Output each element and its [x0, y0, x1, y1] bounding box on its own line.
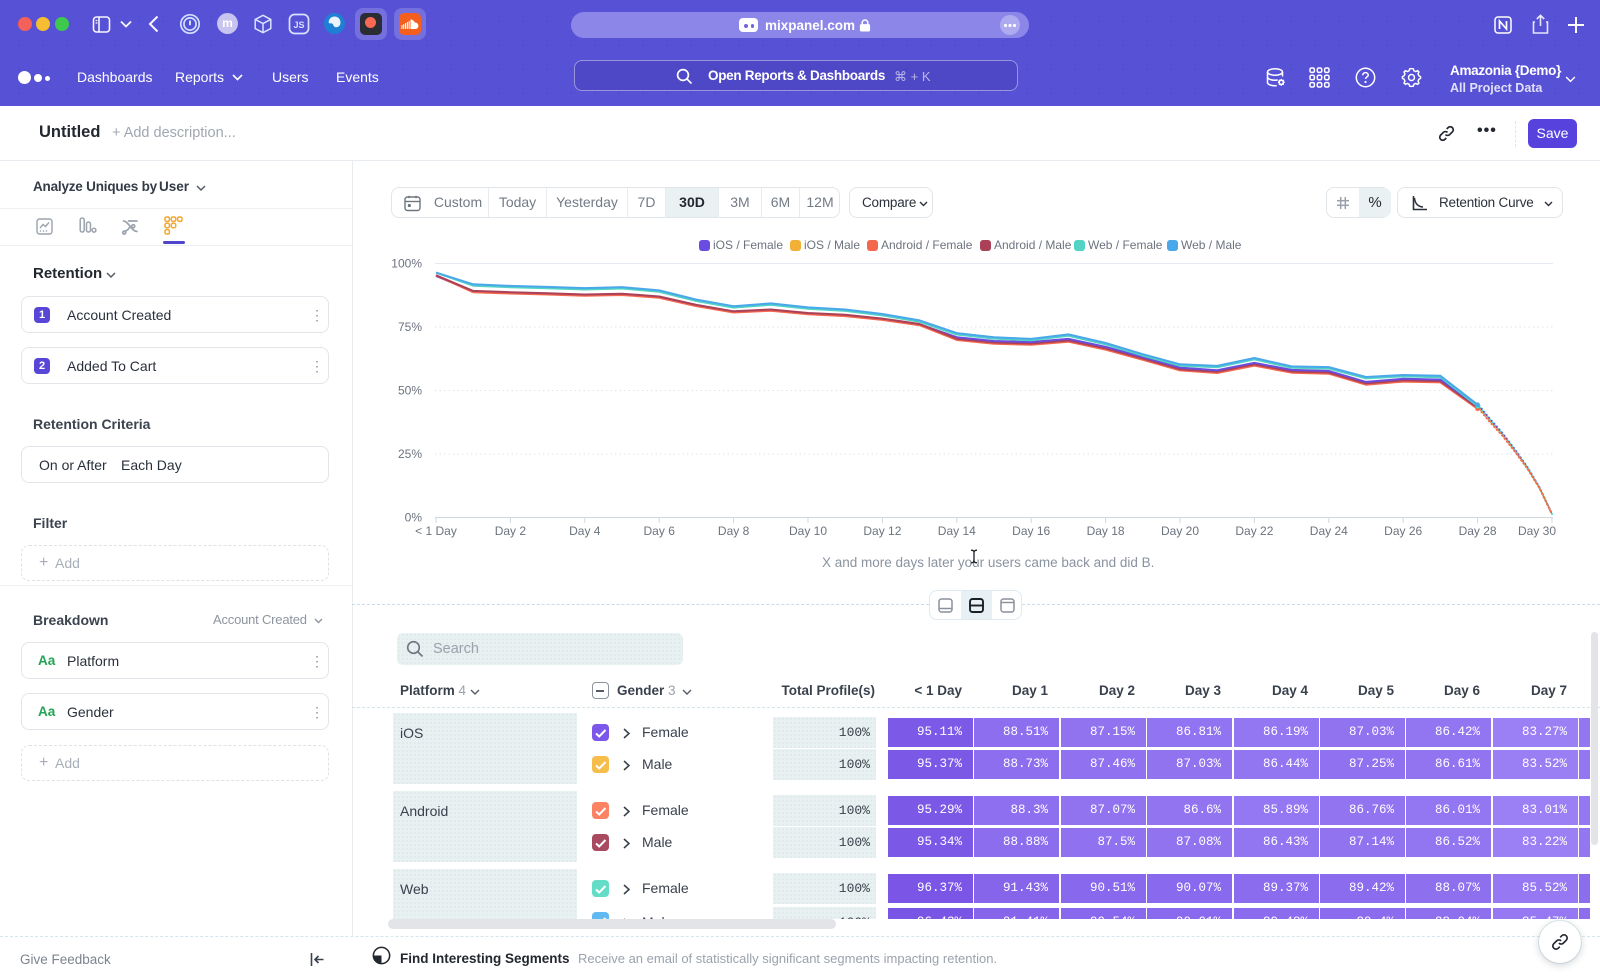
- svg-text:Day 6: Day 6: [644, 524, 676, 538]
- svg-text:Day 10: Day 10: [789, 524, 827, 538]
- svg-text:Day 8: Day 8: [718, 524, 750, 538]
- svg-text:Day 16: Day 16: [1012, 524, 1050, 538]
- svg-text:Day 26: Day 26: [1384, 524, 1422, 538]
- svg-text:Day 22: Day 22: [1235, 524, 1273, 538]
- svg-text:Day 14: Day 14: [938, 524, 976, 538]
- svg-text:Day 18: Day 18: [1087, 524, 1125, 538]
- svg-text:< 1 Day: < 1 Day: [415, 524, 457, 538]
- svg-text:75%: 75%: [398, 320, 422, 334]
- svg-text:Day 20: Day 20: [1161, 524, 1199, 538]
- svg-text:25%: 25%: [398, 447, 422, 461]
- svg-text:100%: 100%: [391, 257, 422, 271]
- svg-text:Day 30: Day 30: [1518, 524, 1556, 538]
- svg-text:Day 24: Day 24: [1310, 524, 1348, 538]
- svg-text:Day 4: Day 4: [569, 524, 601, 538]
- svg-text:Day 2: Day 2: [495, 524, 527, 538]
- svg-text:50%: 50%: [398, 384, 422, 398]
- svg-text:Day 28: Day 28: [1459, 524, 1497, 538]
- svg-text:0%: 0%: [405, 511, 423, 525]
- svg-text:Day 12: Day 12: [863, 524, 901, 538]
